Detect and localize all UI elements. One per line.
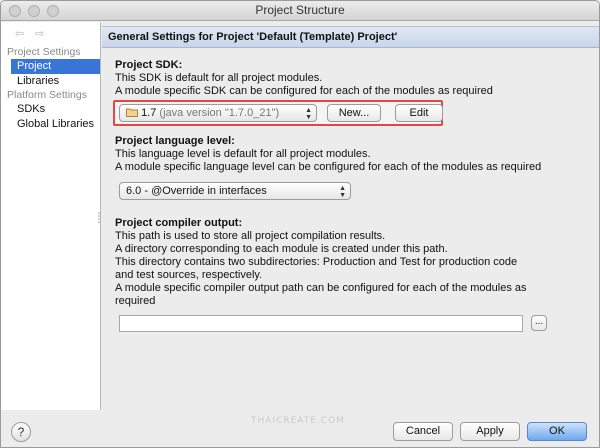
watermark-text: THAICREATE.COM [251,416,345,426]
sidebar-item-sdks[interactable]: SDKs [1,102,100,117]
window-title: Project Structure [255,3,345,17]
sdk-combo[interactable]: 1.7 (java version "1.7.0_21") ▲ ▼ [119,104,317,122]
chevron-updown-icon: ▲ ▼ [305,107,312,121]
sdk-combo-value: 1.7 [141,107,157,119]
compiler-description-6: required [115,295,156,307]
language-level-combo[interactable]: 6.0 - @Override in interfaces ▲ ▼ [119,182,351,200]
compiler-output-section: Project compiler output: This path is us… [115,217,595,332]
compiler-description-5: A module specific compiler output path c… [115,282,527,294]
cancel-button[interactable]: Cancel [393,422,453,441]
main-panel: General Settings for Project 'Default (T… [102,22,599,410]
sidebar-item-global-libraries[interactable]: Global Libraries [1,117,100,132]
minimize-window-icon[interactable] [28,5,40,17]
browse-path-button[interactable]: ... [531,315,547,331]
apply-button[interactable]: Apply [460,422,520,441]
edit-sdk-button[interactable]: Edit [395,104,443,122]
sidebar-header-platform-settings: Platform Settings [7,89,87,101]
panel-title: General Settings for Project 'Default (T… [102,26,599,48]
arrow-left-icon[interactable]: ⇦ [15,27,24,40]
project-structure-window: Project Structure ⇦ ⇨ Project Settings P… [0,0,600,448]
splitter-handle[interactable] [97,211,101,225]
title-bar: Project Structure [1,1,599,21]
folder-icon [126,108,138,117]
compiler-description-4: and test sources, respectively. [115,269,263,281]
project-sdk-section: Project SDK: This SDK is default for all… [113,59,595,133]
sdk-description-2: A module specific SDK can be configured … [115,85,493,97]
close-window-icon[interactable] [9,5,21,17]
arrow-right-icon[interactable]: ⇨ [35,27,44,40]
compiler-output-path-input[interactable] [119,315,523,332]
compiler-description-1: This path is used to store all project c… [115,230,386,242]
sdk-heading: Project SDK: [115,59,183,71]
ok-button[interactable]: OK [527,422,587,441]
compiler-heading: Project compiler output: [115,217,243,229]
chevron-updown-icon: ▲ ▼ [339,185,346,199]
zoom-window-icon[interactable] [47,5,59,17]
sidebar-item-project[interactable]: Project [11,59,100,74]
sidebar: ⇦ ⇨ Project Settings Project Libraries P… [1,22,101,410]
compiler-description-2: A directory corresponding to each module… [115,243,448,255]
sdk-description-1: This SDK is default for all project modu… [115,72,323,84]
language-heading: Project language level: [115,135,235,147]
help-icon[interactable]: ? [11,422,31,442]
language-description-2: A module specific language level can be … [115,161,542,173]
language-level-section: Project language level: This language le… [115,135,595,200]
new-sdk-button[interactable]: New... [327,104,381,122]
sidebar-item-libraries[interactable]: Libraries [1,74,100,89]
sdk-highlight-box: 1.7 (java version "1.7.0_21") ▲ ▼ New... … [113,100,443,126]
sdk-combo-detail: (java version "1.7.0_21") [159,107,280,119]
nav-toolbar: ⇦ ⇨ [1,22,100,46]
grip-icon [98,212,100,223]
sidebar-header-project-settings: Project Settings [7,46,81,58]
language-description-1: This language level is default for all p… [115,148,371,160]
language-combo-value: 6.0 - @Override in interfaces [126,185,267,197]
compiler-description-3: This directory contains two subdirectori… [115,256,518,268]
